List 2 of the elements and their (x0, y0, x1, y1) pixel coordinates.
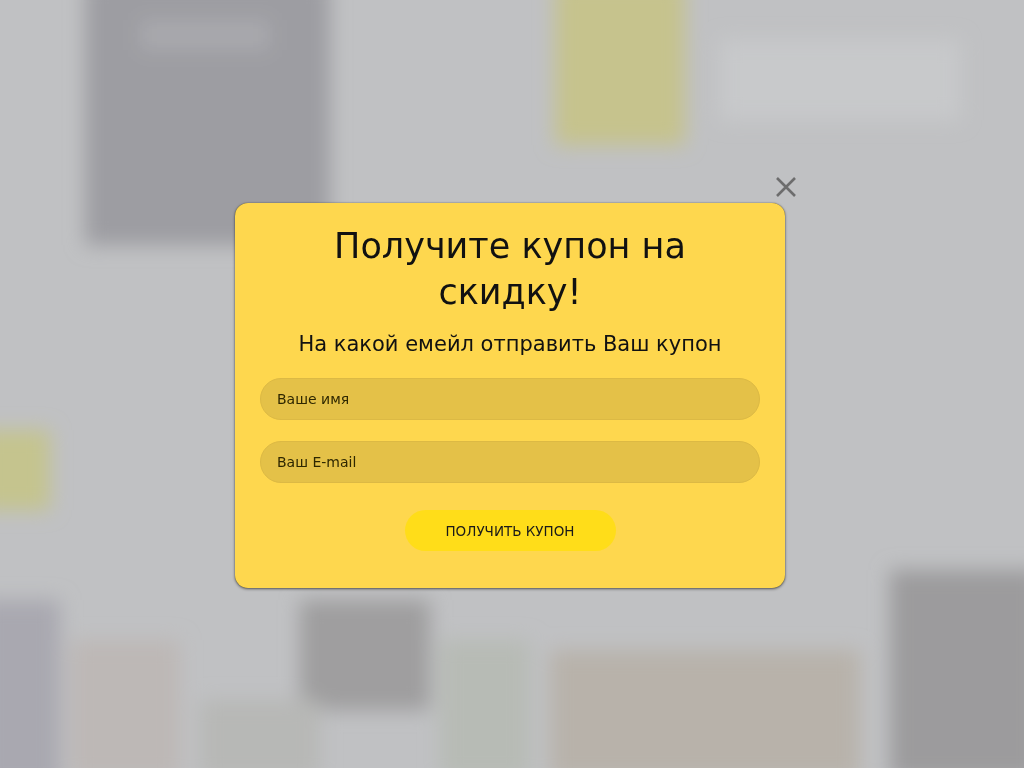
popup-title: Получите купон на скидку! (333, 225, 687, 314)
popup-subtitle: На какой емейл отправить Ваш купон (298, 331, 722, 358)
